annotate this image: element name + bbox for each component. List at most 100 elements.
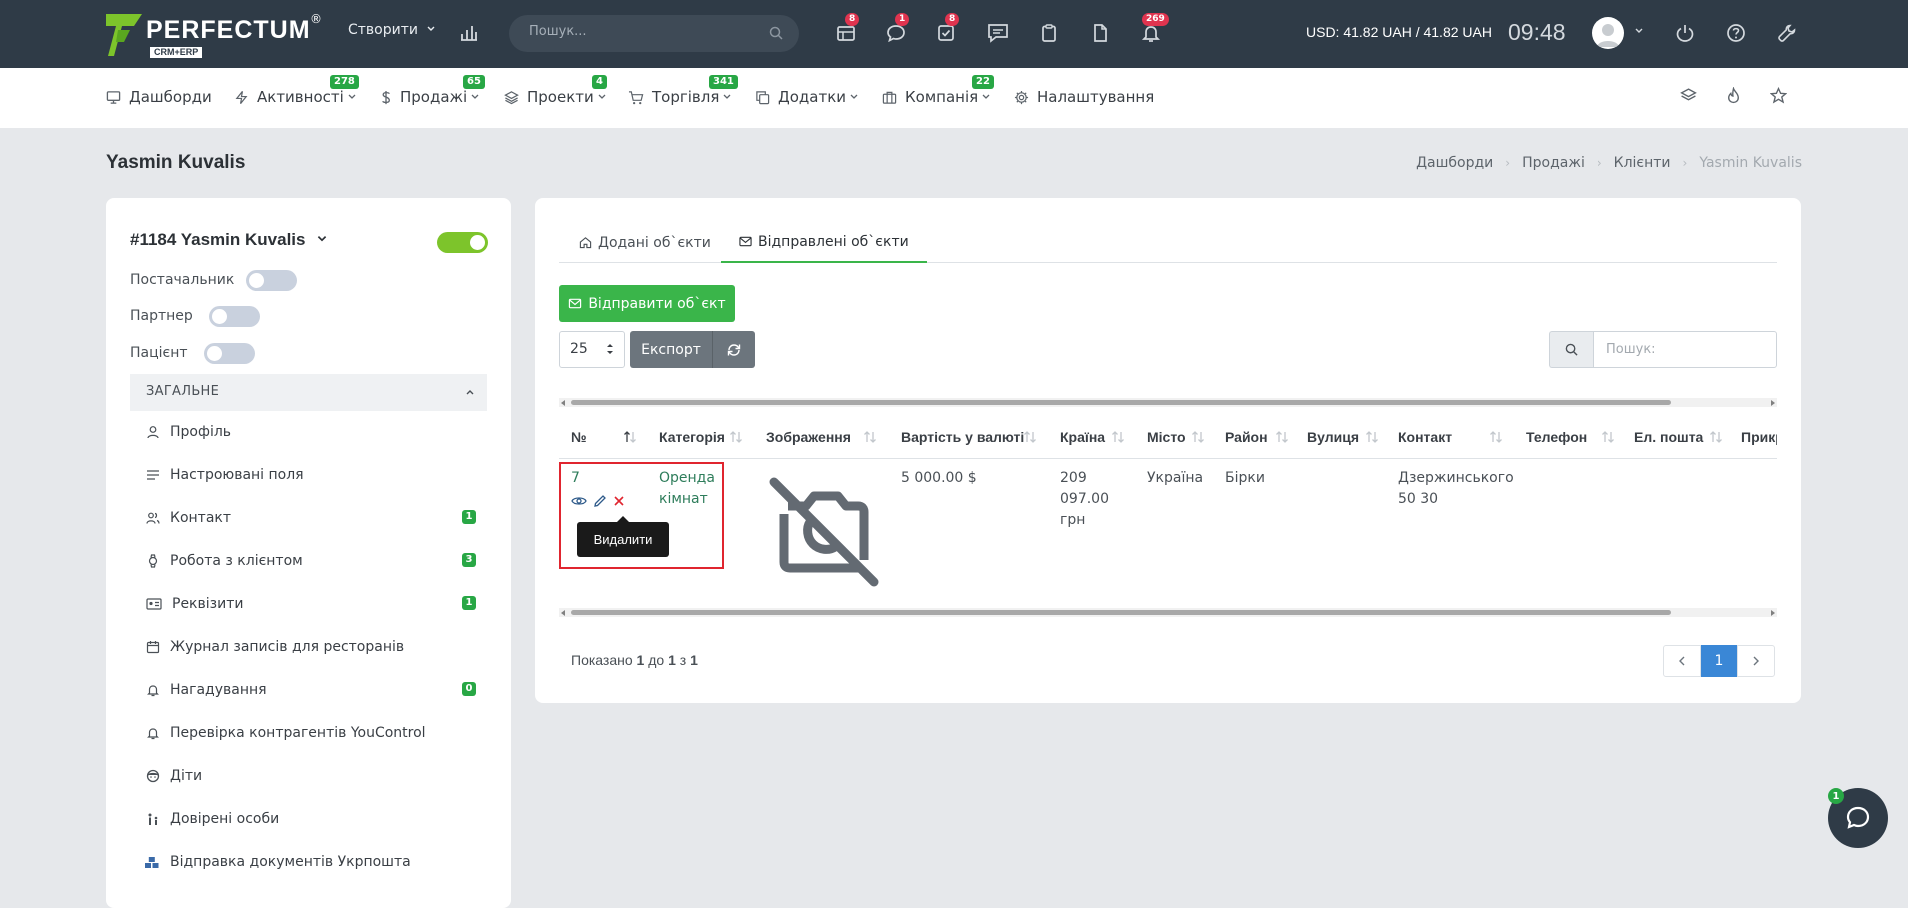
nav-trade[interactable]: Торгівля 341	[628, 75, 740, 106]
avatar[interactable]	[1592, 17, 1624, 49]
chevron-down-icon	[471, 94, 479, 99]
col-email[interactable]: Ел. пошта	[1634, 416, 1703, 458]
breadcrumb-clients[interactable]: Клієнти	[1614, 155, 1671, 171]
notes-button[interactable]: 8	[833, 13, 860, 46]
sort-icon[interactable]	[1023, 416, 1037, 458]
cart-icon	[628, 90, 644, 104]
sort-icon[interactable]	[1191, 416, 1205, 458]
sort-icon[interactable]	[1709, 416, 1723, 458]
sort-asc-icon[interactable]	[623, 416, 637, 458]
notifications-button[interactable]: 269	[1138, 13, 1169, 46]
tab-added-objects[interactable]: Додані об`єкти	[559, 222, 731, 263]
tab-sent-objects[interactable]: Відправлені об`єкти	[721, 222, 927, 263]
partner-toggle[interactable]	[209, 306, 260, 327]
prev-page-button[interactable]	[1663, 645, 1701, 677]
breadcrumb-dashboards[interactable]: Дашборди	[1416, 155, 1493, 171]
client-active-toggle[interactable]	[437, 232, 488, 253]
select-arrows-icon	[607, 344, 613, 354]
col-street[interactable]: Вулиця	[1307, 416, 1359, 458]
menu-contact[interactable]: Контакт 1	[146, 506, 476, 530]
menu-children[interactable]: Діти	[146, 764, 476, 788]
sort-icon[interactable]	[1601, 416, 1615, 458]
per-page-value: 25	[570, 341, 588, 357]
export-button[interactable]: Експорт	[630, 331, 713, 368]
supplier-toggle[interactable]	[246, 270, 297, 291]
scroll-thumb[interactable]	[571, 400, 1671, 405]
fire-icon[interactable]	[1725, 87, 1742, 104]
nav-badge: 341	[709, 75, 738, 89]
col-district[interactable]: Район	[1225, 416, 1268, 458]
patient-toggle[interactable]	[204, 343, 255, 364]
col-price[interactable]: Вартість у валюті	[901, 416, 1024, 458]
chat-button[interactable]: 1	[883, 13, 910, 46]
refresh-button[interactable]	[713, 331, 755, 368]
col-contact[interactable]: Контакт	[1398, 416, 1452, 458]
support-chat-button[interactable]: 1	[1828, 788, 1888, 848]
star-icon[interactable]	[1770, 87, 1787, 104]
menu-restaurant-log[interactable]: Журнал записів для ресторанів	[146, 635, 476, 659]
scroll-thumb[interactable]	[571, 610, 1671, 615]
nav-sales[interactable]: Продажі 65	[380, 75, 488, 106]
nav-company[interactable]: Компанія 22	[882, 75, 999, 106]
nav-settings[interactable]: Налаштування	[1014, 88, 1154, 106]
tasks-button[interactable]: 8	[933, 13, 960, 46]
nav-projects[interactable]: Проекти 4	[504, 75, 615, 106]
table-search-input[interactable]	[1593, 331, 1777, 368]
sort-icon[interactable]	[863, 416, 877, 458]
chevron-down-icon	[318, 236, 327, 242]
bar-chart-icon[interactable]	[456, 20, 482, 46]
clipboard-button[interactable]	[1036, 20, 1062, 46]
section-general[interactable]: ЗАГАЛЬНЕ	[130, 374, 487, 411]
sort-icon[interactable]	[1111, 416, 1125, 458]
layers-icon[interactable]	[1680, 87, 1697, 104]
table-scrollbar-bottom[interactable]	[559, 608, 1777, 617]
col-image[interactable]: Зображення	[766, 416, 851, 458]
col-country[interactable]: Країна	[1060, 416, 1105, 458]
sort-icon[interactable]	[1489, 416, 1503, 458]
create-menu-button[interactable]: Створити	[348, 22, 436, 38]
col-number[interactable]: №	[571, 416, 587, 458]
row-country: 209 097.00 грн	[1060, 470, 1109, 528]
client-name-dropdown[interactable]: #1184 Yasmin Kuvalis	[130, 230, 328, 250]
breadcrumb-sales[interactable]: Продажі	[1522, 155, 1585, 171]
col-city[interactable]: Місто	[1147, 416, 1186, 458]
col-attached[interactable]: Прикрі	[1741, 416, 1777, 458]
page-button-current[interactable]: 1	[1701, 645, 1737, 677]
objects-panel: Додані об`єкти Відправлені об`єкти Відпр…	[535, 198, 1801, 703]
chevron-down-icon[interactable]	[1634, 26, 1644, 36]
export-group: Експорт	[630, 331, 755, 368]
menu-requisites[interactable]: Реквізити 1	[146, 592, 476, 616]
sort-icon[interactable]	[729, 416, 743, 458]
global-search-input[interactable]	[529, 24, 759, 39]
id-card-icon	[146, 598, 162, 610]
nav-addons[interactable]: Додатки	[755, 88, 867, 106]
help-button[interactable]	[1723, 20, 1749, 46]
menu-ukrposhta[interactable]: Відправка документів Укрпошта	[144, 850, 474, 874]
menu-client-work[interactable]: Робота з клієнтом 3	[146, 549, 476, 573]
next-page-button[interactable]	[1737, 645, 1775, 677]
scroll-right-icon	[1771, 610, 1775, 616]
logo-registered: ®	[310, 12, 322, 26]
sort-icon[interactable]	[1365, 416, 1379, 458]
menu-label: Профіль	[170, 424, 232, 440]
logout-button[interactable]	[1672, 20, 1698, 46]
comments-button[interactable]	[985, 20, 1011, 46]
global-search[interactable]	[509, 15, 799, 52]
table-scrollbar-top[interactable]	[559, 398, 1777, 407]
logo-subtitle: CRM+ERP	[150, 47, 203, 58]
nav-dashboards[interactable]: Дашборди	[106, 88, 212, 106]
send-object-button[interactable]: Відправити об`єкт	[559, 285, 735, 322]
menu-profile[interactable]: Профіль	[146, 420, 476, 444]
tools-button[interactable]	[1774, 20, 1800, 46]
sort-icon[interactable]	[1275, 416, 1289, 458]
per-page-select[interactable]: 25	[559, 331, 625, 368]
menu-trusted-persons[interactable]: Довірені особи	[146, 807, 476, 831]
logo[interactable]: PERFECTUM ® CRM+ERP	[104, 12, 324, 58]
menu-reminders[interactable]: Нагадування 0	[146, 678, 476, 702]
menu-youcontrol[interactable]: Перевірка контрагентів YouControl	[146, 721, 476, 745]
col-phone[interactable]: Телефон	[1526, 416, 1587, 458]
col-category[interactable]: Категорія	[659, 416, 725, 458]
document-button[interactable]	[1087, 20, 1113, 46]
menu-custom-fields[interactable]: Настроювані поля	[146, 463, 476, 487]
nav-activities[interactable]: Активності 278	[234, 75, 365, 106]
